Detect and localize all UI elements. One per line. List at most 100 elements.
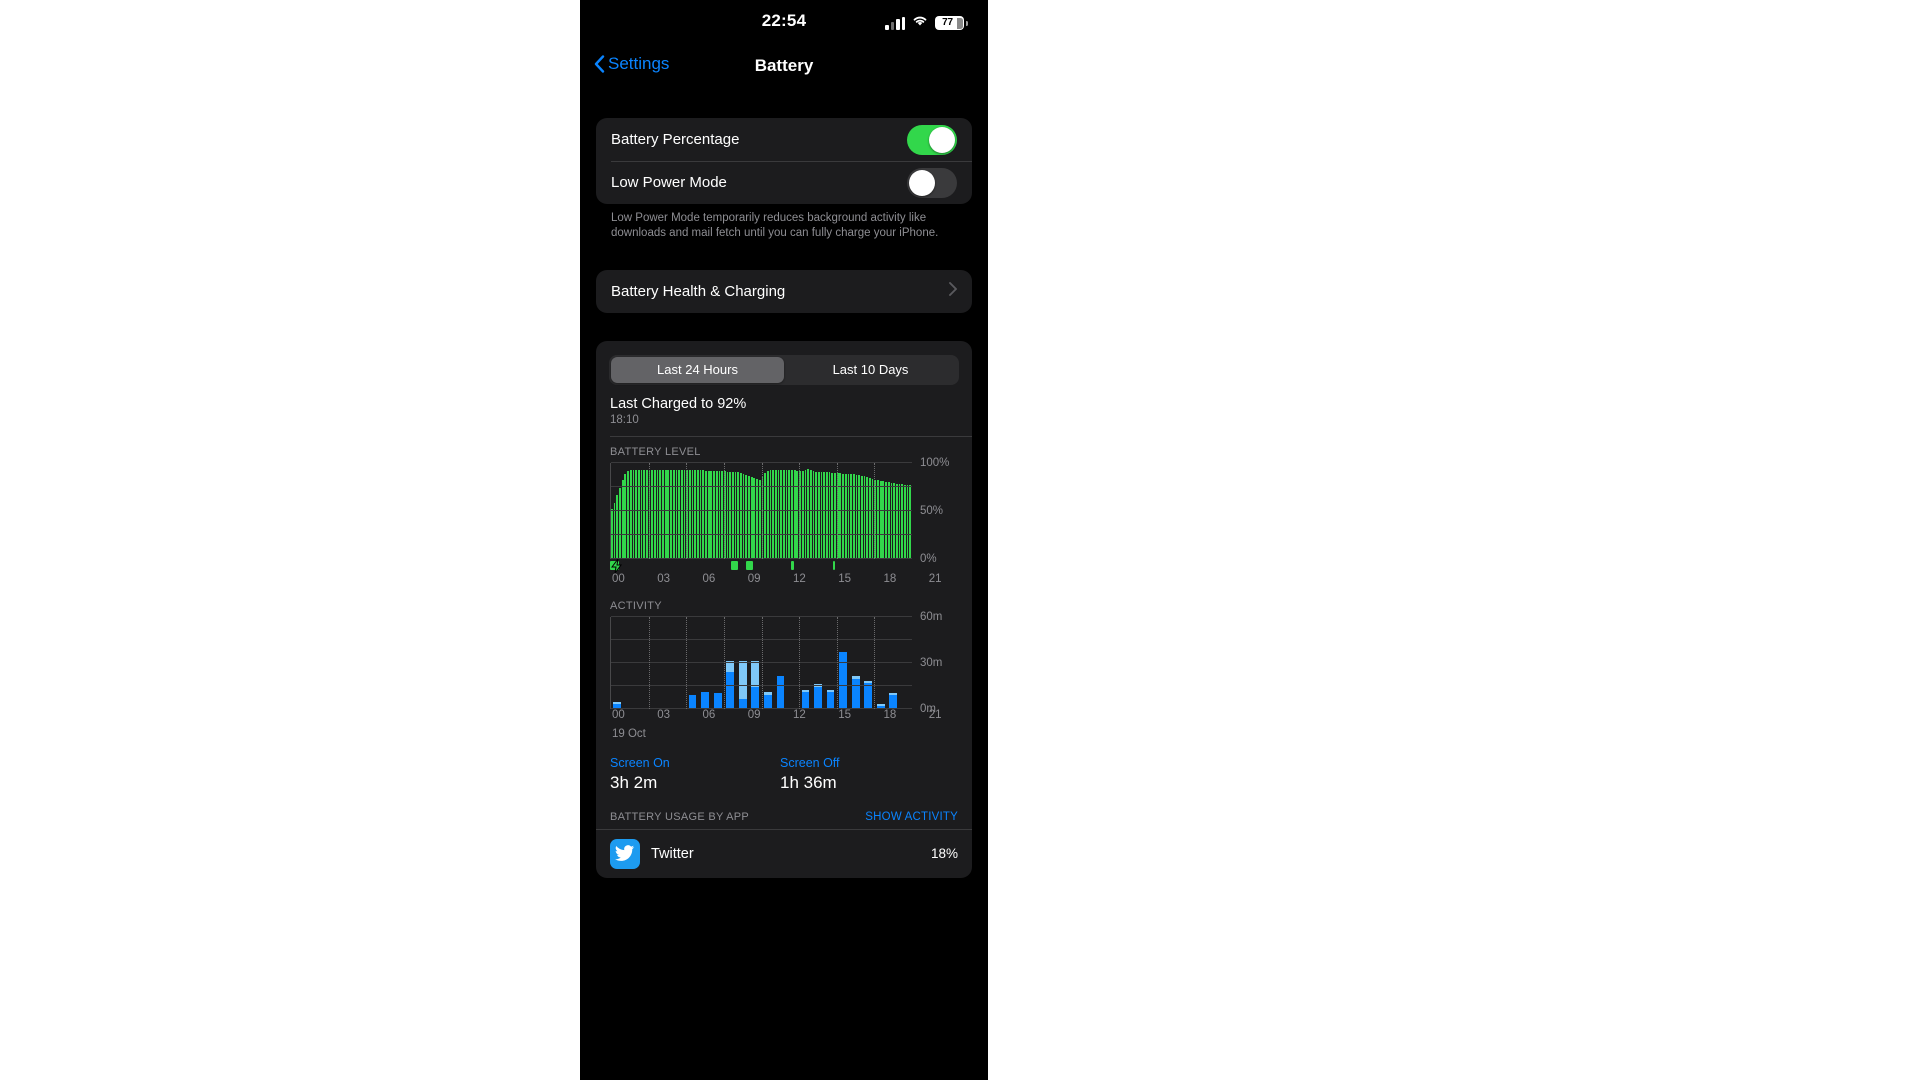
table-row [787,617,800,709]
table-row [799,617,812,709]
iphone-screen: 22:54 77 Settings Battery Battery Percen… [580,0,988,1080]
battery-level-bar [887,481,890,559]
activity-bar-screen-on [713,693,722,709]
battery-level-bar [793,470,796,559]
battery-level-bar [758,479,761,559]
time-range-segmented-control[interactable]: Last 24 Hours Last 10 Days [609,354,959,385]
activity-bar-screen-on [864,682,873,709]
battery-level-bar [635,470,637,559]
battery-level-bar [882,480,885,559]
battery-level-bar [804,470,807,559]
battery-level-bar [659,470,662,559]
charge-marker [730,560,739,570]
app-usage-percent: 18% [930,846,958,862]
battery-health-group: Battery Health & Charging [596,269,972,313]
battery-level-bar [885,481,887,559]
battery-level-bar [812,471,815,559]
low-power-mode-row[interactable]: Low Power Mode [596,161,972,204]
twitter-icon [610,838,640,869]
battery-percentage-toggle[interactable] [907,124,957,155]
battery-level-bar [903,484,906,559]
battery-level-bar [688,470,691,559]
show-activity-button[interactable]: SHOW ACTIVITY [865,811,958,823]
battery-level-section-label: BATTERY LEVEL [610,445,701,458]
activity-bar-screen-on [751,687,760,709]
gridline [723,616,725,709]
battery-level-bar [890,482,893,559]
battery-level-bar [774,470,777,559]
battery-health-row[interactable]: Battery Health & Charging [596,270,972,313]
table-row [686,617,699,709]
battery-percentage-label: Battery Percentage [611,131,740,148]
table-row [624,617,637,709]
y-tick-label: 60m [920,610,943,623]
gridline [686,462,688,559]
x-tick-label: 00 [612,708,625,721]
battery-level-bar [877,479,879,559]
y-tick-label: 30m [920,656,943,669]
battery-level-bar [651,470,654,559]
screen-on-label: Screen On [610,755,670,770]
y-tick-label: 50% [920,504,944,517]
battery-level-bar [850,474,852,559]
table-row [774,617,787,709]
last-charged-block: Last Charged to 92% 18:10 [596,385,972,426]
activity-bar-screen-on [688,694,697,709]
x-tick-label: 21 [928,572,942,585]
battery-level-bar [807,469,809,559]
activity-chart[interactable]: 0m 30m 60m [610,611,972,715]
battery-level-bar [809,470,812,559]
battery-level-bar [785,470,788,559]
battery-level-bar [710,471,713,559]
battery-level-bar [860,476,863,559]
battery-level-bar [866,476,869,559]
gridline [799,462,801,559]
battery-level-bar [769,470,772,559]
battery-level-bar [680,470,683,559]
list-item[interactable]: Twitter 18% [596,830,972,878]
table-row [837,617,850,709]
table-row [900,617,913,709]
low-power-mode-toggle[interactable] [907,167,957,198]
cellular-signal-icon [885,16,905,30]
battery-level-bar [879,480,882,559]
battery-health-label: Battery Health & Charging [611,282,786,300]
chevron-right-icon [949,282,957,300]
battery-level-bar [705,471,707,559]
battery-level-bar [842,474,844,559]
battery-level-bar [713,471,715,559]
battery-level-bar [895,483,898,559]
status-bar-icons: 77 [885,14,968,32]
battery-level-chart[interactable]: 0% 50% 100% [610,457,972,565]
screenshot-stage: 22:54 77 Settings Battery Battery Percen… [0,0,1920,1080]
gridline [836,462,838,559]
battery-percentage-row[interactable]: Battery Percentage [596,118,972,161]
activity-bar-screen-off [738,661,747,700]
tab-last-24-hours[interactable]: Last 24 Hours [611,356,784,383]
battery-usage-by-app-header: BATTERY USAGE BY APP SHOW ACTIVITY [596,793,972,829]
table-row [824,617,837,709]
table-row [874,617,887,709]
activity-date-label: 19 Oct [612,727,646,740]
battery-level-bar [745,475,748,559]
table-row [812,617,825,709]
x-tick-label: 03 [657,708,671,721]
battery-level-bar [847,474,850,559]
screen-time-stats: Screen On 3h 2m Screen Off 1h 36m [596,740,972,793]
table-row [749,617,762,709]
battery-level-bar [893,482,895,559]
battery-level-bar [707,471,710,559]
screen-off-stat: Screen Off 1h 36m [780,756,950,793]
wifi-icon [911,14,929,32]
charge-marker [745,560,754,570]
battery-level-bar [788,470,791,559]
tab-last-10-days[interactable]: Last 10 Days [784,357,957,383]
gridline [648,462,650,559]
battery-level-bar [801,471,804,559]
last-charged-title: Last Charged to 92% [610,395,747,412]
battery-level-x-axis: 00 03 06 09 12 15 18 21 [610,573,972,591]
x-tick-label: 15 [838,572,852,585]
battery-level-bar [670,470,672,559]
activity-x-axis: 00 03 06 09 12 15 18 21 [610,709,972,727]
battery-level-bar [697,470,699,559]
